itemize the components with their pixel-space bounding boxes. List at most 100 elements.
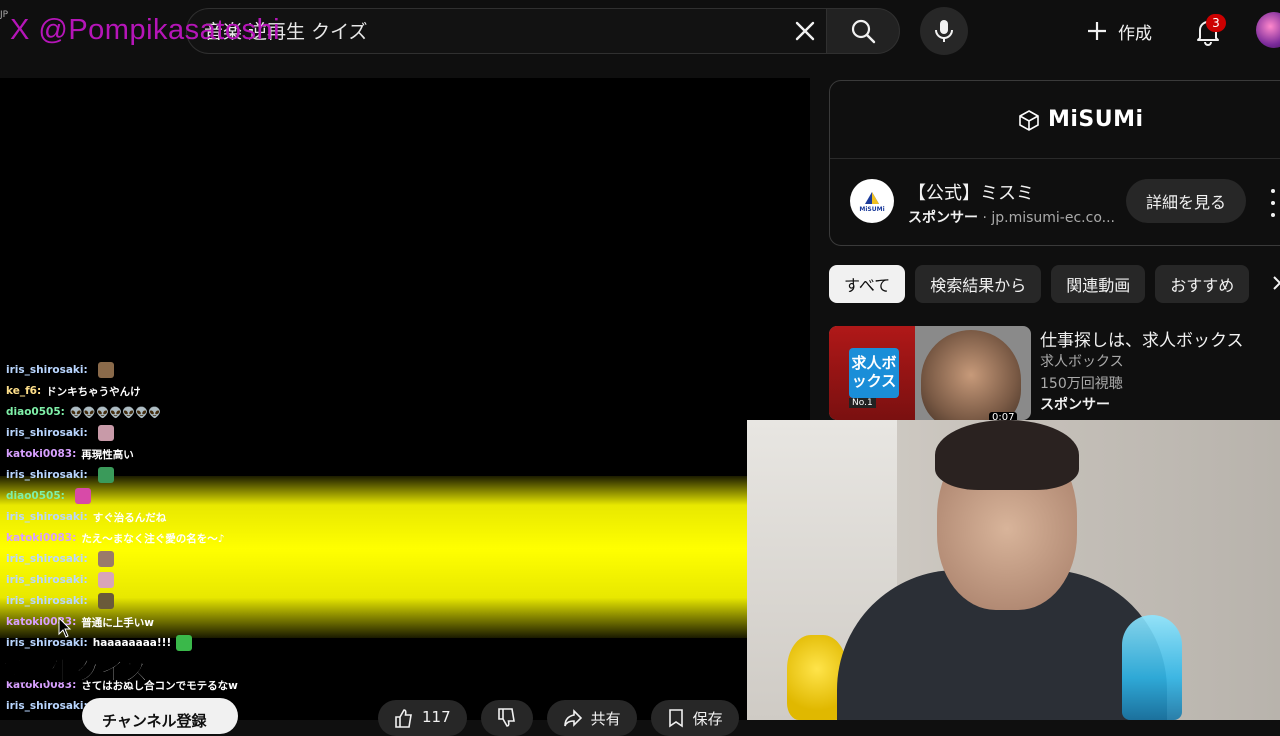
- filter-chips: すべて 検索結果から 関連動画 おすすめ: [829, 265, 1250, 303]
- chat-message-text: すぐ治るんだね: [92, 511, 167, 524]
- chat-message-text: 普通に上手いw: [81, 616, 155, 629]
- chat-emote-icon: [97, 362, 114, 378]
- chat-message: iris_shirosaki:: [6, 423, 114, 443]
- chat-message: iris_shirosaki: haaaaaaaa!!!: [6, 633, 193, 653]
- thumbs-down-icon: [497, 708, 515, 727]
- sponsor-label: スポンサー: [908, 210, 978, 226]
- mouse-cursor-icon: [58, 617, 72, 638]
- chip-recommended[interactable]: おすすめ: [1155, 265, 1250, 303]
- thumbnail-person: [921, 330, 1021, 420]
- chat-emote-icon: [97, 572, 114, 588]
- ad-details-button[interactable]: 詳細を見る: [1126, 179, 1246, 223]
- recommended-view-count: 150万回視聴: [1040, 376, 1123, 392]
- recommended-video-thumbnail[interactable]: 求人ボックス No.1 0:07: [829, 326, 1031, 420]
- clear-search-button[interactable]: [788, 14, 822, 48]
- chat-username: diao0505:: [6, 406, 65, 418]
- webcam-person-hair: [935, 420, 1079, 490]
- region-code: JP: [0, 10, 9, 20]
- chat-username: ke_f6:: [6, 385, 42, 397]
- chat-message: iris_shirosaki: すぐ治るんだね: [6, 507, 166, 527]
- chat-username: katoki0083:: [6, 448, 77, 460]
- microphone-icon: [935, 20, 953, 42]
- chat-emote-icon: [74, 488, 91, 504]
- bookmark-icon: [668, 709, 683, 728]
- search-button[interactable]: [826, 8, 900, 54]
- chat-message: iris_shirosaki:: [6, 360, 114, 380]
- share-label: 共有: [590, 710, 621, 728]
- thumbs-up-icon: [395, 709, 412, 728]
- voice-search-button[interactable]: [920, 7, 968, 55]
- share-icon: [563, 709, 582, 727]
- ad-sponsor-line: スポンサー · jp.misumi-ec.co...: [908, 207, 1115, 227]
- chat-username: iris_shirosaki:: [6, 574, 88, 586]
- chat-message: iris_shirosaki:: [6, 570, 114, 590]
- share-button[interactable]: 共有: [546, 700, 637, 736]
- chat-message-text: たえ～まなく注ぐ愛の名を～♪: [81, 532, 225, 545]
- ad-title[interactable]: 【公式】ミスミ: [908, 179, 1034, 205]
- chat-message: iris_shirosaki:: [6, 549, 114, 569]
- recommended-channel-name[interactable]: 求人ボックス: [1040, 351, 1124, 371]
- ad-banner[interactable]: MiSUMi: [830, 81, 1280, 159]
- chat-message: katoki0083: 普通に上手いw: [6, 612, 154, 632]
- chip-all[interactable]: すべて: [829, 265, 906, 303]
- webcam-lamp: [1122, 615, 1182, 720]
- chat-username: diao0505:: [6, 490, 65, 502]
- close-icon: [795, 21, 815, 41]
- chevron-right-icon[interactable]: [1272, 275, 1280, 295]
- misumi-logo-icon: [1019, 109, 1039, 131]
- chip-related[interactable]: 関連動画: [1051, 265, 1146, 303]
- subscribe-button[interactable]: チャンネル登録: [82, 698, 238, 734]
- ad-channel-avatar[interactable]: MiSUMi: [850, 179, 894, 223]
- chat-emote-icon: [176, 635, 193, 651]
- more-options-icon[interactable]: [1268, 189, 1278, 217]
- chat-username: iris_shirosaki:: [6, 469, 88, 481]
- chat-message: katoki0083: たえ～まなく注ぐ愛の名を～♪: [6, 528, 225, 548]
- chat-message-text: haaaaaaaa!!!: [92, 637, 172, 649]
- chat-message: diao0505: 👽👽👽👽👽👽👽: [6, 402, 161, 422]
- save-button[interactable]: 保存: [650, 700, 739, 736]
- dislike-button[interactable]: [480, 700, 533, 736]
- ad-domain: jp.misumi-ec.co...: [991, 210, 1115, 226]
- chat-emote-icon: [97, 551, 114, 567]
- video-overlay-title: 逆再生クイズ: [0, 657, 150, 687]
- create-label: 作成: [1118, 23, 1152, 44]
- chat-message: katoki0083: 再現性高い: [6, 444, 134, 464]
- video-action-row: 117 共有 保存: [378, 700, 739, 736]
- video-duration: 0:07: [989, 412, 1018, 420]
- chat-message-text: ドンキちゃうやんけ: [46, 385, 141, 398]
- chat-message: iris_shirosaki:: [6, 465, 114, 485]
- save-label: 保存: [692, 710, 723, 728]
- notification-count-badge: 3: [1206, 14, 1226, 32]
- webcam-overlay: [747, 420, 1280, 720]
- chat-emote-icon: [97, 593, 114, 609]
- chat-username: katoki0083:: [6, 532, 77, 544]
- chip-from-search[interactable]: 検索結果から: [915, 265, 1042, 303]
- chat-message: iris_shirosaki:: [6, 591, 114, 611]
- chat-username: iris_shirosaki:: [6, 595, 88, 607]
- recommended-video-title[interactable]: 仕事探しは、求人ボックス: [1040, 326, 1244, 351]
- chat-username: iris_shirosaki:: [6, 511, 88, 523]
- watermark-text: X @Pompikasatoshi: [10, 14, 281, 46]
- chat-message-text: 👽👽👽👽👽👽👽: [69, 406, 162, 419]
- chat-emote-icon: [97, 425, 114, 441]
- chat-message-text: 再現性高い: [81, 448, 134, 461]
- sponsored-ad-card[interactable]: MiSUMi MiSUMi 【公式】ミスミ スポンサー · jp.misumi-…: [829, 80, 1280, 246]
- recommended-sponsor-label: スポンサー: [1040, 397, 1110, 413]
- chat-username: iris_shirosaki:: [6, 700, 88, 712]
- thumbnail-no1-label: No.1: [849, 398, 876, 408]
- chat-message: iris_shirosaki:: [6, 696, 93, 716]
- like-button[interactable]: 117: [378, 700, 467, 736]
- misumi-logo-icon: [865, 191, 879, 204]
- chat-username: iris_shirosaki:: [6, 637, 88, 649]
- search-icon: [851, 19, 876, 44]
- chat-message: ke_f6: ドンキちゃうやんけ: [6, 381, 141, 401]
- ad-avatar-label: MiSUMi: [859, 205, 885, 213]
- like-count: 117: [422, 708, 451, 726]
- chat-emote-icon: [97, 467, 114, 483]
- chat-username: iris_shirosaki:: [6, 553, 88, 565]
- chat-username: iris_shirosaki:: [6, 364, 88, 376]
- ad-brand-logo: MiSUMi: [1048, 107, 1144, 132]
- chat-message: diao0505:: [6, 486, 91, 506]
- create-button[interactable]: 作成: [1076, 12, 1162, 50]
- chat-username: iris_shirosaki:: [6, 427, 88, 439]
